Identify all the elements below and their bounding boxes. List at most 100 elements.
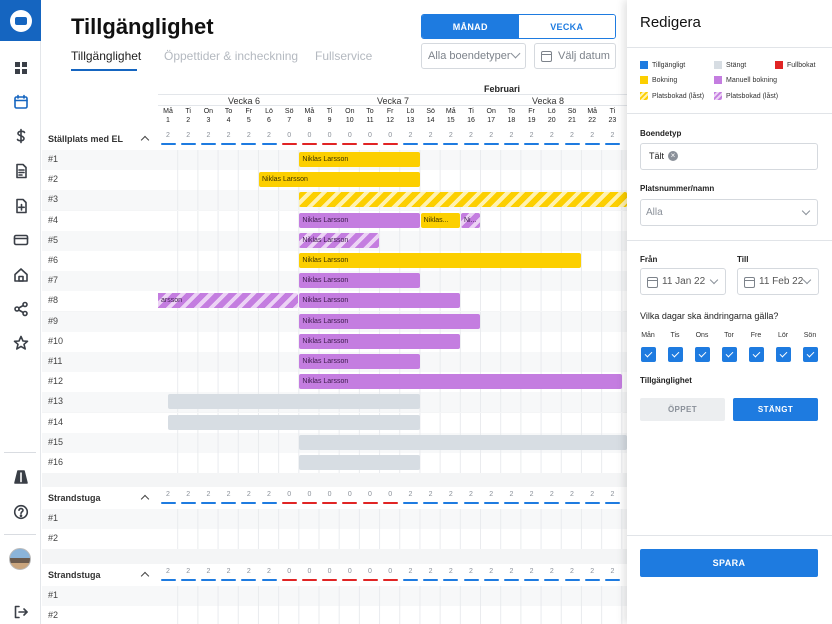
to-date-field[interactable]: 11 Feb 22 bbox=[737, 268, 819, 295]
dollar-icon[interactable] bbox=[10, 125, 31, 146]
availability-count: 2 bbox=[428, 491, 433, 499]
panel-title: Redigera bbox=[640, 14, 701, 31]
booking-bar[interactable] bbox=[299, 192, 627, 208]
day-number: 11 bbox=[366, 117, 374, 124]
weekday-checkbox[interactable] bbox=[776, 347, 791, 362]
booking-bar[interactable]: Niklas Larsson bbox=[259, 172, 420, 188]
day-number: 6 bbox=[267, 117, 271, 124]
availability-bar bbox=[221, 578, 237, 581]
availability-count: 2 bbox=[408, 132, 413, 139]
booking-bar[interactable]: Niklas Larsson bbox=[299, 232, 380, 248]
day-header-cell: Må 22 bbox=[582, 107, 602, 125]
from-date-field[interactable]: 11 Jan 22 bbox=[640, 268, 726, 295]
group-header[interactable]: Ställplats med EL 2 2 2 2 2 2 0 0 0 0 0 0 2 2 2 2 2 2 2 2 2 2 2 bbox=[42, 128, 627, 150]
group-header[interactable]: Strandstuga 2 2 2 2 2 2 0 0 0 0 0 0 2 2 2 2 2 2 2 2 2 2 2 bbox=[42, 487, 627, 510]
weekday-checkbox[interactable] bbox=[803, 347, 818, 362]
day-number: 14 bbox=[426, 117, 435, 124]
booking-bar[interactable] bbox=[299, 434, 627, 450]
open-button[interactable]: ÖPPET bbox=[640, 398, 725, 421]
availability-bar bbox=[160, 578, 176, 581]
availability-count: 2 bbox=[509, 567, 514, 575]
booking-bar[interactable] bbox=[168, 394, 420, 410]
chevron-up-icon[interactable] bbox=[140, 571, 150, 580]
site-row: #8 arsson Niklas Larsson bbox=[42, 291, 627, 312]
availability-bar bbox=[463, 578, 479, 581]
site-row: #2 bbox=[42, 605, 627, 624]
avatar[interactable] bbox=[9, 548, 31, 570]
logout-icon[interactable] bbox=[10, 601, 31, 622]
availability-calendar: Februari Vecka 6 Vecka 7 Vecka 8 Må 1 Ti 2 O… bbox=[42, 83, 627, 624]
panel-divider bbox=[627, 113, 832, 114]
from-label: Från bbox=[640, 255, 658, 264]
booking-bar[interactable]: Niklas Larsson bbox=[299, 152, 420, 167]
month-view-button[interactable]: MÅNAD bbox=[422, 15, 519, 38]
availability-count: 2 bbox=[206, 132, 211, 139]
booking-bar[interactable]: arsson bbox=[158, 293, 299, 309]
weekday-checkbox[interactable] bbox=[722, 347, 737, 362]
booking-bar[interactable]: Niklas Larsson bbox=[299, 293, 460, 309]
card-icon[interactable] bbox=[10, 229, 31, 250]
star-icon[interactable] bbox=[10, 332, 31, 353]
booking-bar[interactable] bbox=[299, 455, 420, 470]
row-grid[interactable] bbox=[158, 605, 627, 624]
availability-bar bbox=[463, 143, 479, 145]
row-grid[interactable] bbox=[158, 509, 627, 530]
week-view-button[interactable]: VECKA bbox=[518, 15, 615, 38]
chevron-up-icon[interactable] bbox=[140, 135, 150, 145]
booking-bar[interactable]: Niklas... bbox=[420, 212, 460, 228]
legend-label: Platsbokad (låst) bbox=[652, 92, 705, 100]
weekday-checkbox[interactable] bbox=[749, 347, 764, 362]
tab-tillganglighet[interactable]: Tillgänglighet bbox=[71, 49, 141, 63]
row-grid[interactable] bbox=[158, 529, 627, 550]
availability-count: 2 bbox=[469, 132, 473, 139]
availability-count: 0 bbox=[307, 491, 312, 499]
share-icon[interactable] bbox=[10, 298, 31, 319]
boendetyp-chip[interactable]: Tält × bbox=[649, 151, 679, 161]
booking-bar[interactable]: Ni... bbox=[461, 212, 481, 228]
chevron-up-icon[interactable] bbox=[140, 494, 150, 504]
day-number: 19 bbox=[527, 117, 536, 124]
home-icon[interactable] bbox=[10, 264, 31, 285]
availability-count: 2 bbox=[549, 567, 554, 575]
dashboard-icon[interactable] bbox=[10, 57, 31, 78]
document-icon[interactable] bbox=[10, 160, 31, 181]
booking-bar[interactable]: Niklas Larsson bbox=[299, 374, 622, 390]
plats-select[interactable]: Alla bbox=[640, 199, 818, 226]
close-icon[interactable]: × bbox=[668, 151, 679, 161]
file-add-icon[interactable] bbox=[10, 195, 31, 216]
booking-bar[interactable]: Niklas Larsson bbox=[299, 212, 420, 228]
booking-bar[interactable]: Niklas Larsson bbox=[299, 313, 481, 329]
closed-button[interactable]: STÄNGT bbox=[733, 398, 818, 421]
booking-bar[interactable] bbox=[168, 414, 420, 430]
tab-oppettider[interactable]: Öppettider & incheckning bbox=[164, 49, 298, 63]
availability-bar bbox=[402, 143, 418, 145]
row-grid[interactable] bbox=[158, 585, 627, 606]
site-row: #1 bbox=[42, 509, 627, 530]
weekday-checkbox[interactable] bbox=[695, 347, 710, 362]
booking-bar[interactable]: Niklas Larsson bbox=[299, 253, 582, 268]
weekday-checkbox[interactable] bbox=[668, 347, 683, 362]
row-grid[interactable] bbox=[158, 230, 627, 251]
booking-bar[interactable]: Niklas Larsson bbox=[299, 273, 420, 289]
site-row: #9 Niklas Larsson bbox=[42, 311, 627, 332]
app-logo[interactable] bbox=[0, 0, 41, 41]
availability-bar bbox=[402, 502, 418, 505]
weekday-abbr: Må bbox=[587, 108, 598, 115]
booking-bar[interactable]: Niklas Larsson bbox=[299, 333, 460, 349]
roadbook-icon[interactable] bbox=[10, 466, 31, 487]
group-name: Ställplats med EL bbox=[48, 134, 124, 144]
weekday-checkbox[interactable] bbox=[641, 347, 656, 362]
calendar-icon[interactable] bbox=[10, 91, 31, 112]
booking-bar[interactable]: Niklas Larsson bbox=[299, 354, 420, 369]
checkmark-icon bbox=[806, 349, 815, 357]
boendetyp-field[interactable]: Tält × bbox=[640, 143, 818, 170]
date-picker[interactable]: Välj datum bbox=[534, 43, 616, 69]
availability-bar bbox=[544, 578, 560, 581]
availability-count: 2 bbox=[469, 491, 473, 499]
day-header-cell: On 3 bbox=[198, 107, 218, 125]
accommodation-type-select[interactable]: Alla boendetyper bbox=[421, 43, 526, 69]
help-icon[interactable] bbox=[10, 501, 31, 522]
tab-fullservice[interactable]: Fullservice bbox=[315, 49, 372, 63]
group-header[interactable]: Strandstuga 2 2 2 2 2 2 0 0 0 0 0 0 2 2 2 2 2 2 2 2 2 2 2 bbox=[42, 563, 627, 586]
save-button[interactable]: SPARA bbox=[640, 549, 818, 577]
